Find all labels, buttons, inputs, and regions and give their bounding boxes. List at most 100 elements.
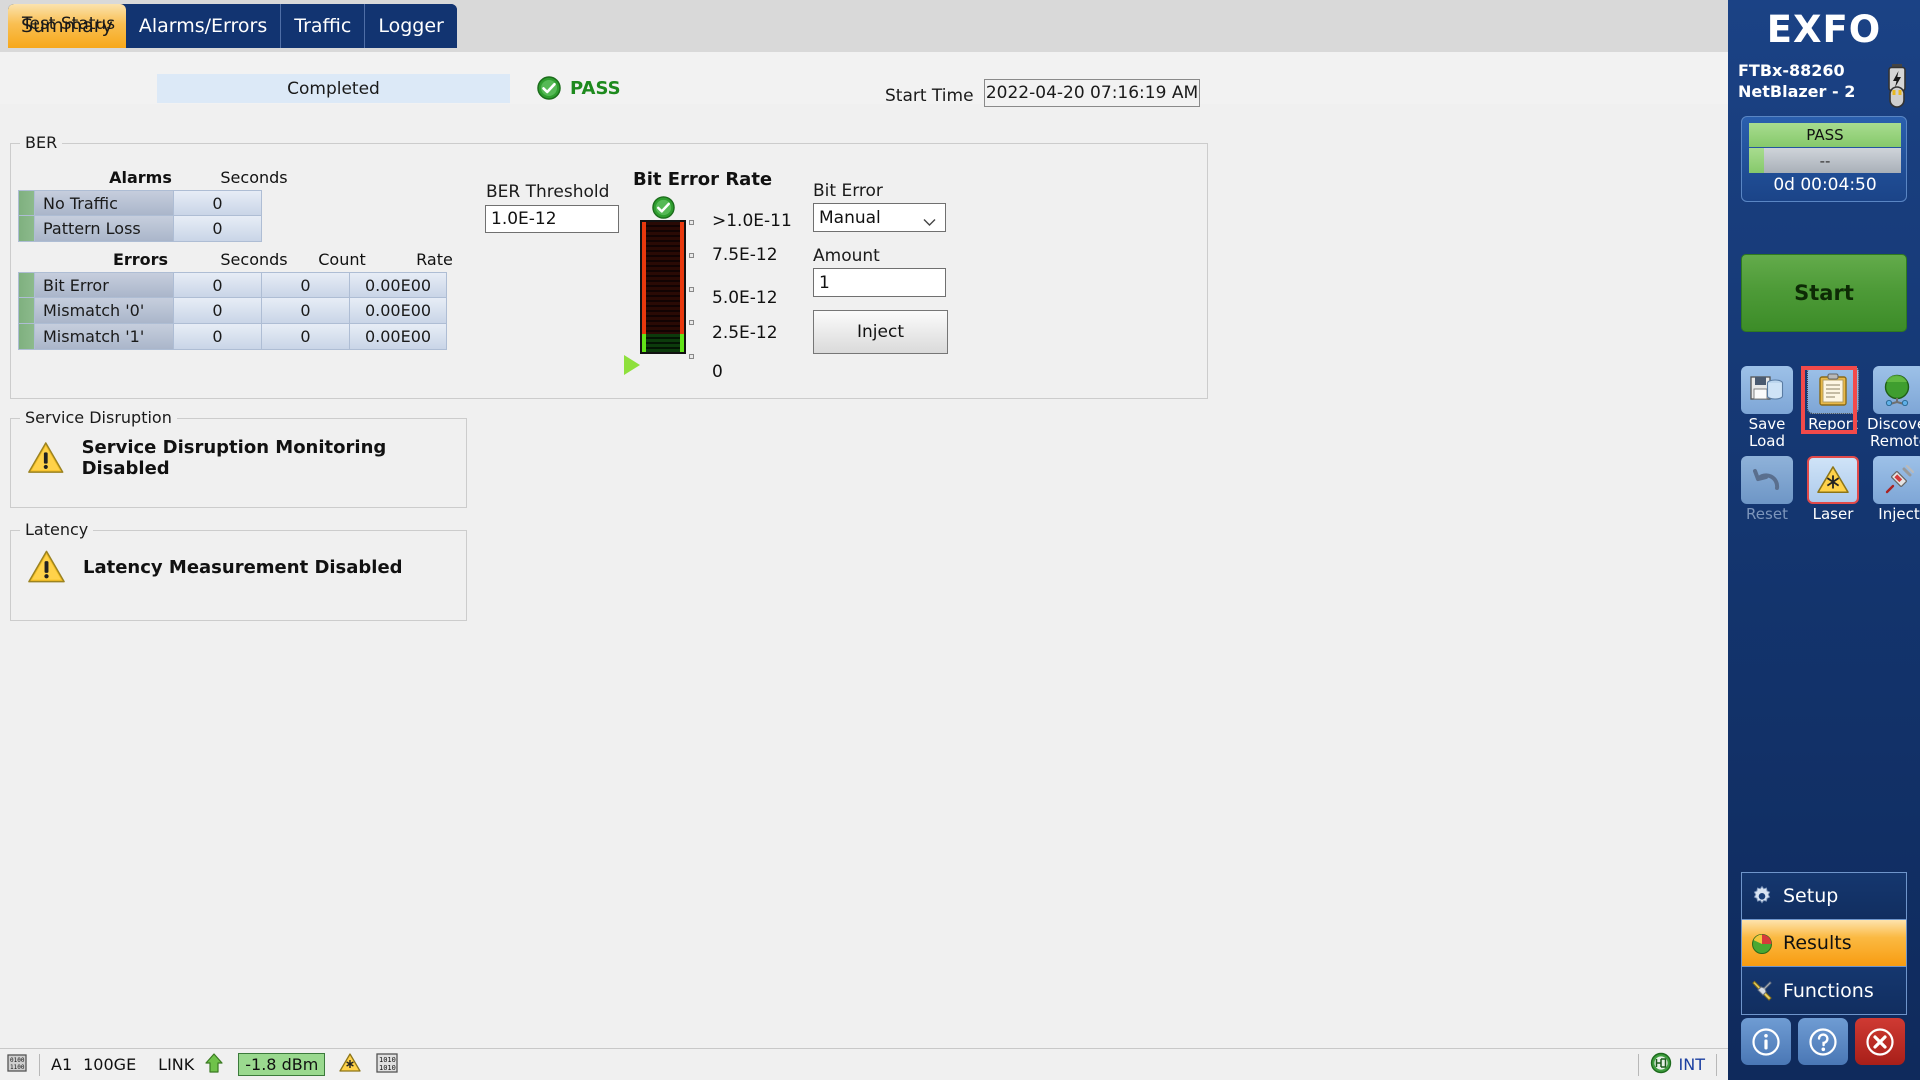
ber-threshold-input[interactable]: 1.0E-12 <box>485 205 619 233</box>
sidebar-item-functions[interactable]: Functions <box>1742 967 1906 1014</box>
gauge-tick <box>689 287 694 292</box>
status-bar-divider <box>1716 1053 1717 1076</box>
sidebar-action-buttons <box>1741 1018 1907 1065</box>
inject-label: Inject <box>1878 505 1920 523</box>
error-count: 0 <box>262 272 350 298</box>
right-sidebar: EXFO FTBx-88260 NetBlazer - 2 PASS -- 0d… <box>1728 0 1920 1080</box>
sidebar-item-results-label: Results <box>1783 932 1852 954</box>
discover-remote-button[interactable] <box>1873 366 1920 414</box>
verdict-text: PASS <box>570 77 621 99</box>
latency-legend: Latency <box>20 520 94 539</box>
error-rate: 0.00E00 <box>350 272 447 298</box>
gauge-label: 7.5E-12 <box>712 245 778 265</box>
gear-icon <box>1753 885 1771 904</box>
discover-remote-label-line1: Discover <box>1867 415 1920 433</box>
service-disruption-message-row: Service Disruption Monitoring Disabled <box>27 437 466 479</box>
chevron-down-icon <box>923 212 936 232</box>
sidebar-verdict-global: PASS <box>1749 123 1901 147</box>
table-row[interactable]: No Traffic 0 <box>18 190 262 216</box>
inject-button[interactable]: Inject <box>813 310 948 354</box>
elapsed-time: 0d 00:04:50 <box>1773 175 1877 195</box>
check-circle-icon <box>537 76 561 100</box>
verdict-indicator: PASS <box>537 76 621 100</box>
error-seconds: 0 <box>174 272 262 298</box>
gauge-pointer-icon <box>624 355 640 375</box>
svg-text:1010: 1010 <box>379 1064 396 1072</box>
bit-error-mode-select[interactable]: Manual <box>813 203 946 232</box>
discover-remote-icon <box>1884 374 1910 406</box>
alarm-seconds: 0 <box>174 216 262 242</box>
clock-source-icon <box>1650 1052 1672 1078</box>
sidebar-item-functions-label: Functions <box>1783 979 1874 1002</box>
reset-label: Reset <box>1746 505 1788 523</box>
tab-alarms-errors[interactable]: Alarms/Errors <box>125 4 282 48</box>
table-row[interactable]: Bit Error 0 0 0.00E00 <box>18 272 447 298</box>
pattern-icon: 1010 1010 <box>375 1052 399 1078</box>
row-status-swatch <box>18 272 35 298</box>
errors-seconds-header: Seconds <box>220 250 288 269</box>
save-load-label-line2: Load <box>1749 432 1785 450</box>
table-row[interactable]: Pattern Loss 0 <box>18 216 262 242</box>
error-name: Bit Error <box>35 272 174 298</box>
alarms-seconds-header: Seconds <box>220 168 288 187</box>
sidebar-verdict-current: -- <box>1749 148 1901 173</box>
table-row[interactable]: Mismatch '1' 0 0 0.00E00 <box>18 324 447 350</box>
sidebar-item-setup-label: Setup <box>1783 885 1839 907</box>
svg-text:1100: 1100 <box>10 1064 25 1071</box>
gauge-tick <box>689 253 694 258</box>
row-status-swatch <box>18 324 35 350</box>
link-up-arrow-icon <box>203 1052 225 1078</box>
close-button[interactable] <box>1855 1018 1905 1065</box>
save-load-button[interactable] <box>1741 366 1793 414</box>
report-button[interactable] <box>1807 366 1859 414</box>
status-bar-divider <box>39 1053 40 1076</box>
info-icon <box>1752 1027 1780 1056</box>
test-status-value: Completed <box>157 74 510 103</box>
bit-error-rate-title: Bit Error Rate <box>633 169 773 190</box>
report-icon <box>1819 373 1847 406</box>
reset-button <box>1741 456 1793 504</box>
info-button[interactable] <box>1741 1018 1791 1065</box>
laser-label: Laser <box>1812 505 1854 523</box>
start-button[interactable]: Start <box>1741 254 1907 332</box>
inject-button-sidebar[interactable] <box>1873 456 1920 504</box>
warning-icon <box>28 442 64 473</box>
gauge-label: >1.0E-11 <box>712 211 792 231</box>
tab-logger[interactable]: Logger <box>365 4 457 48</box>
service-disruption-message: Service Disruption Monitoring Disabled <box>81 437 387 479</box>
errors-column-header: Errors <box>112 250 169 269</box>
laser-button[interactable] <box>1807 456 1859 504</box>
amount-label: Amount <box>813 246 880 266</box>
tab-strip: Summary Alarms/Errors Traffic Logger <box>0 0 1728 52</box>
bit-error-label: Bit Error <box>813 181 883 201</box>
rate-label: 100GE <box>83 1055 137 1074</box>
sidebar-verdict-current-indicator <box>1749 148 1764 173</box>
help-button[interactable] <box>1798 1018 1848 1065</box>
start-time-value: 2022-04-20 07:16:19 AM <box>984 79 1200 107</box>
sidebar-item-setup[interactable]: Setup <box>1742 873 1906 920</box>
clock-source-label: INT <box>1678 1055 1705 1074</box>
amount-input[interactable]: 1 <box>813 268 946 297</box>
port-module-icon: 0100 1100 <box>6 1052 28 1078</box>
tab-traffic[interactable]: Traffic <box>281 4 366 48</box>
error-name: Mismatch '0' <box>35 298 174 324</box>
gauge-green-edge-right <box>680 333 684 352</box>
main-panel: Summary Alarms/Errors Traffic Logger Tes… <box>0 0 1728 1080</box>
alarm-name: Pattern Loss <box>35 216 174 242</box>
bit-error-rate-gauge <box>640 220 686 354</box>
start-time-label: Start Time <box>885 86 974 106</box>
device-name: FTBx-88260 NetBlazer - 2 <box>1738 60 1868 102</box>
gauge-label: 2.5E-12 <box>712 323 778 343</box>
gauge-label: 5.0E-12 <box>712 288 778 308</box>
error-rate: 0.00E00 <box>350 324 447 350</box>
latency-message: Latency Measurement Disabled <box>83 556 403 578</box>
error-seconds: 0 <box>174 298 262 324</box>
error-seconds: 0 <box>174 324 262 350</box>
error-count: 0 <box>262 324 350 350</box>
table-row[interactable]: Mismatch '0' 0 0 0.00E00 <box>18 298 447 324</box>
laser-icon <box>1817 466 1849 493</box>
sidebar-item-results[interactable]: Results <box>1742 920 1906 967</box>
status-bar-divider <box>1637 1053 1639 1076</box>
gauge-green-zone <box>642 333 684 352</box>
alarms-column-header: Alarms <box>109 168 172 187</box>
